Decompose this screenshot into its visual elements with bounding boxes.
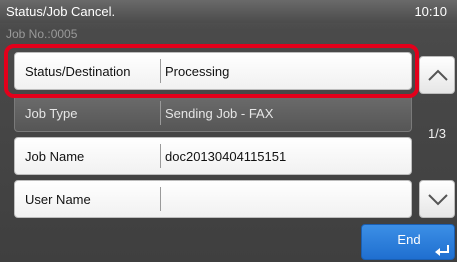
- scroll-down-button[interactable]: [419, 180, 455, 218]
- job-detail-screen: Status/Job Cancel. 10:10 Job No.:0005 St…: [0, 0, 457, 262]
- row-label: Job Type: [25, 106, 78, 121]
- job-number: Job No.:0005: [6, 27, 78, 41]
- row-user-name[interactable]: User Name: [14, 180, 412, 218]
- chevron-down-icon: [428, 194, 448, 206]
- row-divider: [160, 144, 161, 168]
- job-number-header: Job No.:0005: [0, 23, 457, 41]
- end-button[interactable]: End: [361, 224, 455, 260]
- page-indicator: 1/3: [427, 126, 447, 141]
- row-divider: [160, 187, 161, 211]
- row-label: Job Name: [25, 149, 85, 164]
- row-job-type: Job Type Sending Job - FAX: [14, 94, 412, 132]
- selection-highlight: [4, 44, 419, 98]
- row-value: Sending Job - FAX: [165, 106, 274, 121]
- chevron-up-icon: [428, 69, 448, 81]
- row-value: doc20130404115151: [165, 149, 287, 164]
- clock: 10:10: [414, 4, 447, 19]
- page-title: Status/Job Cancel.: [6, 4, 116, 19]
- row-job-name[interactable]: Job Name doc20130404115151: [14, 137, 412, 175]
- row-divider: [160, 101, 161, 125]
- row-label: User Name: [25, 192, 91, 207]
- enter-icon: [435, 245, 449, 256]
- title-bar: Status/Job Cancel. 10:10: [0, 0, 457, 23]
- scroll-up-button[interactable]: [419, 56, 455, 94]
